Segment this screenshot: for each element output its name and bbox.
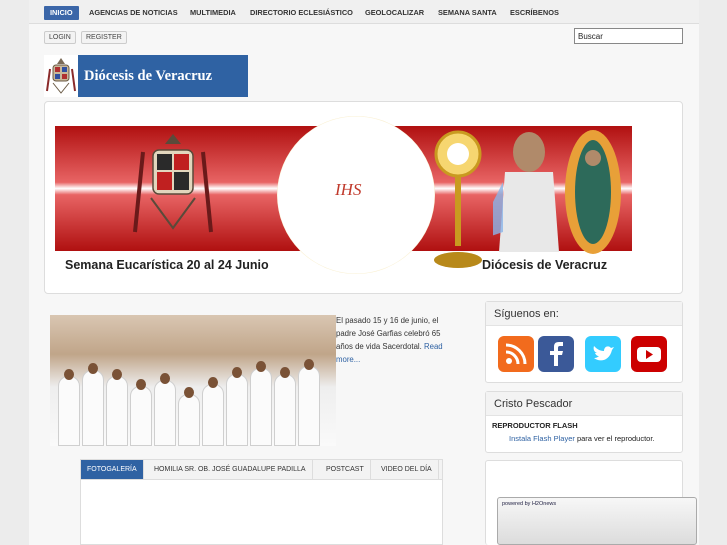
crest-icon [44, 55, 78, 97]
site-logo[interactable]: Diócesis de Veracruz [44, 55, 248, 97]
nav-item-multimedia[interactable]: MULTIMEDIA [190, 6, 236, 20]
rss-icon[interactable] [498, 336, 534, 372]
twitter-icon[interactable] [585, 336, 621, 372]
register-button[interactable]: REGISTER [81, 31, 127, 44]
guadalupe-icon [565, 130, 621, 254]
nav-item-inicio[interactable]: INICIO [44, 6, 79, 20]
youtube-icon[interactable] [631, 336, 667, 372]
banner-caption-diocese: Diócesis de Veracruz [482, 258, 608, 272]
banner-caption-event: Semana Eucarística 20 al 24 Junio [65, 258, 269, 272]
story-photo[interactable] [50, 315, 336, 446]
main-nav: INICIO AGENCIAS DE NOTICIAS MULTIMEDIA D… [29, 0, 699, 24]
logo-title: Diócesis de Veracruz [78, 55, 248, 97]
nav-item-geolocalizar[interactable]: GEOLOCALIZAR [365, 6, 424, 20]
coat-of-arms-icon [133, 134, 213, 233]
follow-title: Síguenos en: [486, 302, 682, 326]
install-flash-link[interactable]: Instala Flash Player [509, 434, 575, 443]
tab-video-del-dia[interactable]: VIDEO DEL DÍA [375, 460, 439, 479]
facebook-icon[interactable] [538, 336, 574, 372]
login-button[interactable]: LOGIN [44, 31, 76, 44]
nav-item-agencias[interactable]: AGENCIAS DE NOTICIAS [89, 6, 178, 20]
h2onews-player[interactable]: powered by H2Onews [497, 497, 697, 545]
flash-message: Instala Flash Player para ver el reprodu… [509, 434, 655, 443]
page: INICIO AGENCIAS DE NOTICIAS MULTIMEDIA D… [29, 0, 699, 545]
banner-image: IHS Semana Eucarística 20 al 24 Junio Di… [55, 114, 632, 280]
nav-item-escribenos[interactable]: ESCRÍBENOS [510, 6, 559, 20]
cristo-pescador-title: Cristo Pescador [486, 392, 682, 416]
monstrance-icon [434, 130, 482, 268]
cristo-pescador-widget: Cristo Pescador REPRODUCTOR FLASH Instal… [485, 391, 683, 453]
tab-postcast[interactable]: POSTCAST [320, 460, 371, 479]
h2onews-label: powered by H2Onews [502, 501, 557, 507]
story-summary: El pasado 15 y 16 de junio, el padre Jos… [336, 314, 444, 366]
follow-widget: Síguenos en: [485, 301, 683, 383]
tab-content [80, 480, 443, 545]
flash-heading: REPRODUCTOR FLASH [492, 421, 578, 430]
nav-item-semana-santa[interactable]: SEMANA SANTA [438, 6, 497, 20]
media-tabs: FOTOGALERÍA HOMILIA SR. OB. JOSÉ GUADALU… [80, 459, 443, 480]
divine-mercy-icon [493, 132, 559, 252]
nav-item-directorio[interactable]: DIRECTORIO ECLESIÁSTICO [250, 6, 353, 20]
hero-banner: IHS Semana Eucarística 20 al 24 Junio Di… [44, 101, 683, 294]
search-input[interactable] [574, 28, 683, 44]
tab-fotogaleria[interactable]: FOTOGALERÍA [81, 460, 144, 479]
tab-homilia[interactable]: HOMILIA SR. OB. JOSÉ GUADALUPE PADILLA [148, 460, 313, 479]
medal-monogram: IHS [335, 180, 362, 199]
flash-suffix: para ver el reproductor. [574, 434, 655, 443]
